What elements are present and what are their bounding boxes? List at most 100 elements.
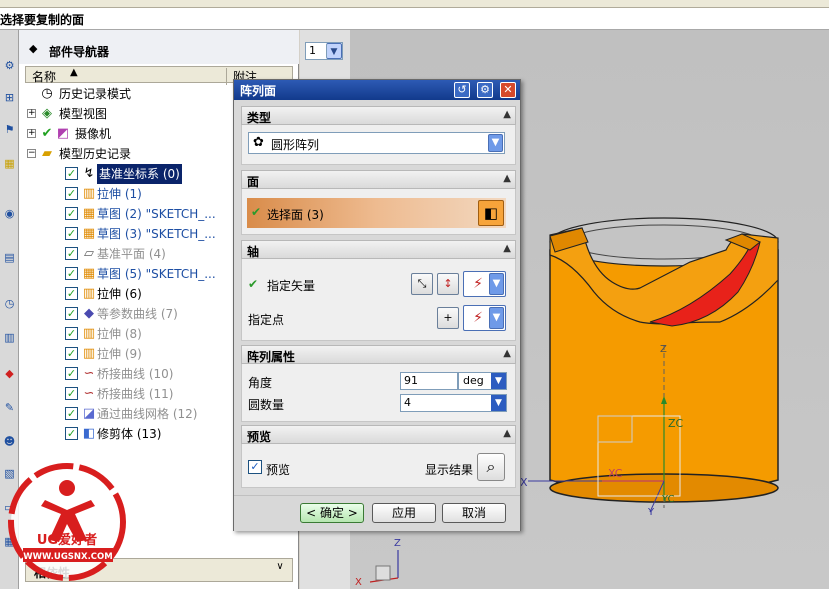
part-nav-icon[interactable]: ⚑ xyxy=(2,122,17,137)
point-method-dropdown[interactable]: ⚡ ▼ xyxy=(463,305,506,331)
user-icon[interactable]: ☻ xyxy=(2,434,17,449)
model-view-icon: ◈ xyxy=(42,106,52,121)
visibility-checkbox[interactable]: ✓ xyxy=(65,307,78,320)
count-input[interactable]: 4 ▼ xyxy=(400,394,507,412)
vector-method-dropdown[interactable]: ⚡ ▼ xyxy=(463,271,506,297)
visibility-checkbox[interactable]: ✓ xyxy=(65,267,78,280)
chevron-up-icon[interactable]: ▲ xyxy=(503,348,511,359)
collapse-icon[interactable]: − xyxy=(27,149,36,158)
visibility-checkbox[interactable]: ✓ xyxy=(65,327,78,340)
dialog-title: 阵列面 xyxy=(240,84,277,98)
chevron-up-icon[interactable]: ▲ xyxy=(503,109,511,120)
reset-icon[interactable]: ↺ xyxy=(454,82,470,98)
z-axis-label: Z xyxy=(660,344,667,355)
magnifier-icon[interactable]: ⌕ xyxy=(477,453,505,481)
expand-icon[interactable]: + xyxy=(27,129,36,138)
visibility-checkbox[interactable]: ✓ xyxy=(65,247,78,260)
status-prompt: 选择要复制的面 xyxy=(0,13,85,27)
sketch-icon: ▦ xyxy=(82,226,96,241)
pin-icon[interactable]: ◆ xyxy=(29,42,37,55)
ok-button[interactable]: < 确定 > xyxy=(300,503,364,523)
visibility-checkbox[interactable]: ✓ xyxy=(65,227,78,240)
constraint-nav-icon[interactable]: ⊞ xyxy=(2,90,17,105)
face-selector-cube-icon[interactable]: ◧ xyxy=(478,200,504,226)
section-face-header[interactable]: 面 ▲ xyxy=(241,170,516,189)
sketch-icon: ▦ xyxy=(82,266,96,281)
navigator-header: ◆ 部件导航器 xyxy=(19,30,299,64)
clock-icon[interactable]: ◷ xyxy=(2,296,17,311)
visibility-checkbox[interactable]: ✓ xyxy=(65,207,78,220)
count-label: 圆数量 xyxy=(248,398,285,412)
checkmark-icon: ✔ xyxy=(248,277,259,291)
visibility-checkbox[interactable]: ✓ xyxy=(65,167,78,180)
role-icon[interactable]: ◆ xyxy=(2,366,17,381)
section-pattern-properties-header[interactable]: 阵列属性 ▲ xyxy=(241,345,516,364)
cancel-button[interactable]: 取消 xyxy=(442,503,506,523)
system-visual-icon[interactable]: ✎ xyxy=(2,400,17,415)
watermark-brand: UG爱好者 xyxy=(37,532,97,548)
visibility-checkbox[interactable]: ✓ xyxy=(65,367,78,380)
dialog-title-bar[interactable]: 阵列面 ↺ ⚙ ✕ xyxy=(234,80,520,100)
section-type-header[interactable]: 类型 ▲ xyxy=(241,106,516,125)
expand-icon[interactable]: + xyxy=(27,109,36,118)
preview-label: 预览 xyxy=(266,463,291,477)
web-browser-icon[interactable]: ◉ xyxy=(2,206,17,221)
chevron-down-icon[interactable]: ▼ xyxy=(488,134,503,152)
reuse-library-icon[interactable]: ▦ xyxy=(2,156,17,171)
sketch-icon: ▦ xyxy=(82,206,96,221)
chevron-down-icon[interactable]: ▼ xyxy=(491,395,506,411)
angle-unit-select[interactable]: deg ▼ xyxy=(458,372,507,390)
preview-checkbox[interactable]: ✓ xyxy=(248,460,262,474)
close-icon[interactable]: ✕ xyxy=(500,82,516,98)
dialog-footer: < 确定 > 应用 取消 xyxy=(234,495,520,531)
section-axis-header[interactable]: 轴 ▲ xyxy=(241,240,516,259)
checkmark-icon: ✔ xyxy=(41,126,53,141)
visibility-checkbox[interactable]: ✓ xyxy=(65,407,78,420)
chevron-up-icon[interactable]: ▲ xyxy=(503,243,511,254)
curve-mesh-icon: ◪ xyxy=(82,406,96,421)
specify-point-label: 指定点 xyxy=(248,313,285,327)
work-layer-select[interactable]: 1 ▼ xyxy=(305,42,343,60)
datum-plane-icon: ▱ xyxy=(84,246,94,261)
xc-axis-label: XC xyxy=(608,467,623,480)
specify-vector-label: 指定矢量 xyxy=(267,279,316,293)
menu-toolbar-strip xyxy=(0,0,829,8)
visibility-checkbox[interactable]: ✓ xyxy=(65,287,78,300)
chevron-down-icon[interactable]: ▼ xyxy=(489,307,504,329)
column-name-header[interactable]: 名称 xyxy=(32,68,56,85)
pattern-type-select[interactable]: ✿ 圆形阵列 ▼ xyxy=(248,132,505,154)
assembly-nav-icon[interactable]: ⚙ xyxy=(2,58,17,73)
chevron-down-icon[interactable]: ∨ xyxy=(272,561,288,577)
chevron-down-icon[interactable]: ▼ xyxy=(489,273,504,295)
vector-dialog-icon[interactable]: ↕ xyxy=(437,273,459,295)
inferred-point-icon: ⚡ xyxy=(473,310,483,326)
bridge-curve-icon: ∽ xyxy=(83,366,95,381)
select-face-row[interactable]: ✔ 选择面 (3) ◧ xyxy=(247,198,506,228)
history-icon[interactable]: ▤ xyxy=(2,250,17,265)
ugsnx-watermark-logo: UG爱好者 WWW.UGSNX.COM xyxy=(8,463,126,581)
apply-button[interactable]: 应用 xyxy=(372,503,436,523)
chevron-down-icon[interactable]: ▼ xyxy=(326,43,342,59)
zc-axis-label: ZC xyxy=(668,417,684,430)
status-prompt-bar: 选择要复制的面 xyxy=(0,8,829,30)
extrude-icon: ▥ xyxy=(82,286,96,301)
point-dialog-icon[interactable]: + xyxy=(437,307,459,329)
visibility-checkbox[interactable]: ✓ xyxy=(65,427,78,440)
palette-icon[interactable]: ▥ xyxy=(2,330,17,345)
visibility-checkbox[interactable]: ✓ xyxy=(65,187,78,200)
gear-icon[interactable]: ⚙ xyxy=(477,82,493,98)
reverse-direction-icon[interactable]: ⤡ xyxy=(411,273,433,295)
x-axis-label: X xyxy=(520,476,528,489)
chevron-down-icon[interactable]: ▼ xyxy=(491,373,506,389)
extrude-icon: ▥ xyxy=(82,186,96,201)
trim-body-icon: ◧ xyxy=(82,426,96,441)
angle-input[interactable]: 91 xyxy=(400,372,458,390)
sort-ascending-icon: ▲ xyxy=(70,67,78,78)
triad-x-label: X xyxy=(355,577,362,588)
section-preview-header[interactable]: 预览 ▲ xyxy=(241,425,516,444)
angle-label: 角度 xyxy=(248,376,273,390)
chevron-up-icon[interactable]: ▲ xyxy=(503,428,511,439)
visibility-checkbox[interactable]: ✓ xyxy=(65,347,78,360)
chevron-up-icon[interactable]: ▲ xyxy=(503,173,511,184)
visibility-checkbox[interactable]: ✓ xyxy=(65,387,78,400)
